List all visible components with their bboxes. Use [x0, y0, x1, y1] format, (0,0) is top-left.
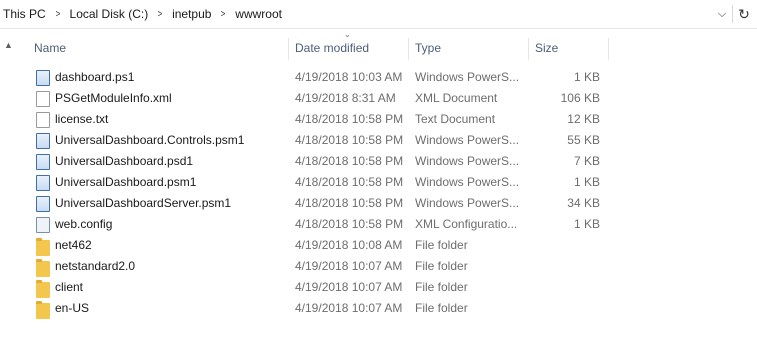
- sort-indicator-icon: ⌄: [344, 30, 351, 39]
- address-bar[interactable]: This PC > Local Disk (C:) > inetpub > ww…: [0, 0, 757, 29]
- powershell-script-icon: [36, 70, 50, 86]
- file-row[interactable]: dashboard.ps1 4/19/2018 10:03 AM Windows…: [0, 67, 757, 88]
- column-header-size[interactable]: Size: [535, 34, 558, 62]
- text-file-icon: [36, 112, 50, 128]
- file-type: XML Configuratio...: [415, 217, 518, 231]
- powershell-module-icon: [36, 133, 50, 149]
- file-type: Windows PowerS...: [415, 133, 520, 147]
- folder-row[interactable]: client 4/19/2018 10:07 AM File folder: [0, 277, 757, 298]
- breadcrumb-this-pc[interactable]: This PC: [3, 7, 46, 21]
- refresh-icon[interactable]: ↻: [732, 5, 755, 23]
- file-size: 106 KB: [560, 91, 600, 105]
- file-date-modified: 4/19/2018 10:07 AM: [295, 259, 403, 273]
- column-divider[interactable]: [528, 38, 529, 60]
- file-type: Windows PowerS...: [415, 196, 520, 210]
- file-type: File folder: [415, 238, 468, 252]
- file-name: license.txt: [55, 112, 109, 126]
- file-row[interactable]: PSGetModuleInfo.xml 4/19/2018 8:31 AM XM…: [0, 88, 757, 109]
- breadcrumb: This PC > Local Disk (C:) > inetpub > ww…: [3, 7, 282, 21]
- column-header-name[interactable]: Name: [34, 34, 66, 62]
- file-row[interactable]: UniversalDashboard.psd1 4/18/2018 10:58 …: [0, 151, 757, 172]
- folder-row[interactable]: net462 4/19/2018 10:08 AM File folder: [0, 235, 757, 256]
- file-row[interactable]: UniversalDashboard.psm1 4/18/2018 10:58 …: [0, 172, 757, 193]
- file-list: dashboard.ps1 4/19/2018 10:03 AM Windows…: [0, 67, 757, 319]
- address-history-dropdown-icon[interactable]: ⌵: [714, 6, 730, 22]
- file-name: PSGetModuleInfo.xml: [55, 91, 172, 105]
- column-header-row: Name Date modified Type Size: [0, 34, 757, 62]
- file-type: XML Document: [415, 91, 498, 105]
- file-type: Windows PowerS...: [415, 154, 520, 168]
- powershell-module-icon: [36, 196, 50, 212]
- breadcrumb-separator-icon[interactable]: >: [221, 9, 226, 20]
- folder-icon: [36, 301, 50, 319]
- file-type: File folder: [415, 301, 468, 315]
- column-divider[interactable]: [408, 38, 409, 60]
- breadcrumb-inetpub[interactable]: inetpub: [172, 7, 211, 21]
- file-date-modified: 4/19/2018 10:03 AM: [295, 70, 403, 84]
- column-divider[interactable]: [608, 38, 609, 60]
- file-name: en-US: [55, 301, 90, 315]
- file-name: UniversalDashboard.psm1: [55, 175, 197, 189]
- file-date-modified: 4/19/2018 10:07 AM: [295, 280, 403, 294]
- file-date-modified: 4/19/2018 10:08 AM: [295, 238, 403, 252]
- file-type: Windows PowerS...: [415, 175, 520, 189]
- file-type: Windows PowerS...: [415, 70, 520, 84]
- breadcrumb-separator-icon[interactable]: >: [55, 9, 60, 20]
- file-size: 1 KB: [573, 217, 600, 231]
- folder-row[interactable]: netstandard2.0 4/19/2018 10:07 AM File f…: [0, 256, 757, 277]
- file-name: UniversalDashboard.Controls.psm1: [55, 133, 245, 147]
- breadcrumb-separator-icon[interactable]: >: [158, 9, 163, 20]
- file-row[interactable]: license.txt 4/18/2018 10:58 PM Text Docu…: [0, 109, 757, 130]
- xml-file-icon: [36, 91, 50, 107]
- folder-icon: [36, 259, 50, 277]
- file-date-modified: 4/18/2018 10:58 PM: [295, 196, 404, 210]
- file-type: File folder: [415, 259, 468, 273]
- file-size: 7 KB: [573, 154, 600, 168]
- file-type: Text Document: [415, 112, 496, 126]
- file-date-modified: 4/18/2018 10:58 PM: [295, 154, 404, 168]
- file-date-modified: 4/19/2018 8:31 AM: [295, 91, 396, 105]
- file-date-modified: 4/19/2018 10:07 AM: [295, 301, 403, 315]
- column-header-date-modified[interactable]: Date modified: [295, 34, 369, 62]
- file-name: net462: [55, 238, 92, 252]
- file-date-modified: 4/18/2018 10:58 PM: [295, 217, 404, 231]
- file-row[interactable]: UniversalDashboard.Controls.psm1 4/18/20…: [0, 130, 757, 151]
- column-header-type[interactable]: Type: [415, 34, 441, 62]
- file-size: 1 KB: [573, 175, 600, 189]
- column-divider[interactable]: [288, 38, 289, 60]
- breadcrumb-wwwroot[interactable]: wwwroot: [235, 7, 282, 21]
- file-date-modified: 4/18/2018 10:58 PM: [295, 175, 404, 189]
- file-name: UniversalDashboardServer.psm1: [55, 196, 232, 210]
- powershell-module-icon: [36, 175, 50, 191]
- file-size: 12 KB: [567, 112, 600, 126]
- breadcrumb-local-disk[interactable]: Local Disk (C:): [70, 7, 149, 21]
- file-name: client: [55, 280, 84, 294]
- file-name: dashboard.ps1: [55, 70, 135, 84]
- folder-icon: [36, 238, 50, 256]
- file-name: web.config: [55, 217, 113, 231]
- file-size: 1 KB: [573, 70, 600, 84]
- folder-row[interactable]: en-US 4/19/2018 10:07 AM File folder: [0, 298, 757, 319]
- powershell-module-icon: [36, 154, 50, 170]
- file-row[interactable]: web.config 4/18/2018 10:58 PM XML Config…: [0, 214, 757, 235]
- file-size: 55 KB: [567, 133, 600, 147]
- file-name: UniversalDashboard.psd1: [55, 154, 194, 168]
- scroll-up-icon[interactable]: ▲: [4, 40, 13, 50]
- file-row[interactable]: UniversalDashboardServer.psm1 4/18/2018 …: [0, 193, 757, 214]
- folder-icon: [36, 280, 50, 298]
- file-date-modified: 4/18/2018 10:58 PM: [295, 112, 404, 126]
- file-size: 34 KB: [567, 196, 600, 210]
- file-type: File folder: [415, 280, 468, 294]
- file-name: netstandard2.0: [55, 259, 136, 273]
- config-file-icon: [36, 217, 50, 233]
- file-date-modified: 4/18/2018 10:58 PM: [295, 133, 404, 147]
